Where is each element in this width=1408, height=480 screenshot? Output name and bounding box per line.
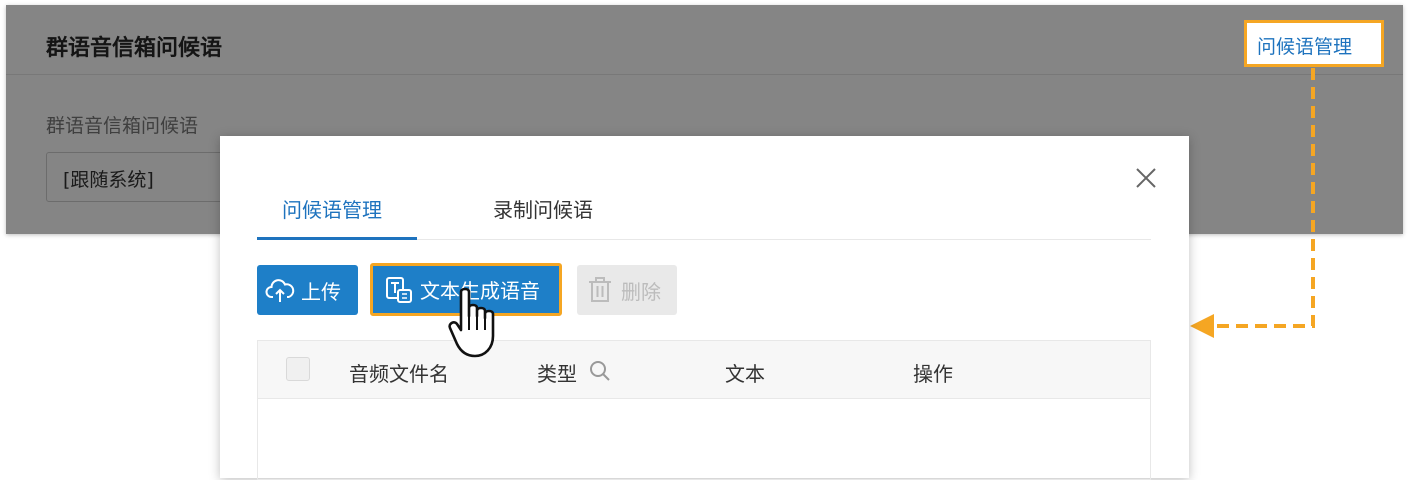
column-header-actions: 操作: [913, 362, 953, 386]
column-header-text: 文本: [725, 362, 765, 386]
table-header: 音频文件名 类型 文本 操作: [258, 341, 1150, 399]
text-to-speech-icon: [386, 276, 412, 303]
hand-pointer-icon: [448, 287, 495, 358]
search-icon[interactable]: [588, 359, 612, 383]
trash-icon: [589, 277, 611, 302]
active-tab-indicator: [257, 237, 417, 240]
tab-record-greeting[interactable]: 录制问候语: [493, 194, 593, 223]
modal-tabs: 问候语管理 录制问候语: [257, 186, 1151, 240]
upload-label: 上传: [301, 279, 341, 304]
cloud-upload-icon: [265, 279, 295, 302]
column-header-filename: 音频文件名: [349, 362, 449, 386]
greeting-management-callout[interactable]: 问候语管理: [1244, 20, 1384, 67]
greeting-table: 音频文件名 类型 文本 操作: [257, 340, 1151, 480]
greeting-management-modal: 问候语管理 录制问候语 上传 文本生成语音 删除 音频文件名 类型 文本 操作: [220, 136, 1189, 480]
column-header-type: 类型: [537, 362, 577, 386]
tab-greeting-management[interactable]: 问候语管理: [282, 194, 382, 223]
select-all-checkbox[interactable]: [286, 357, 310, 381]
delete-label: 删除: [621, 279, 661, 304]
upload-button[interactable]: 上传: [257, 265, 358, 315]
delete-button[interactable]: 删除: [577, 265, 677, 315]
